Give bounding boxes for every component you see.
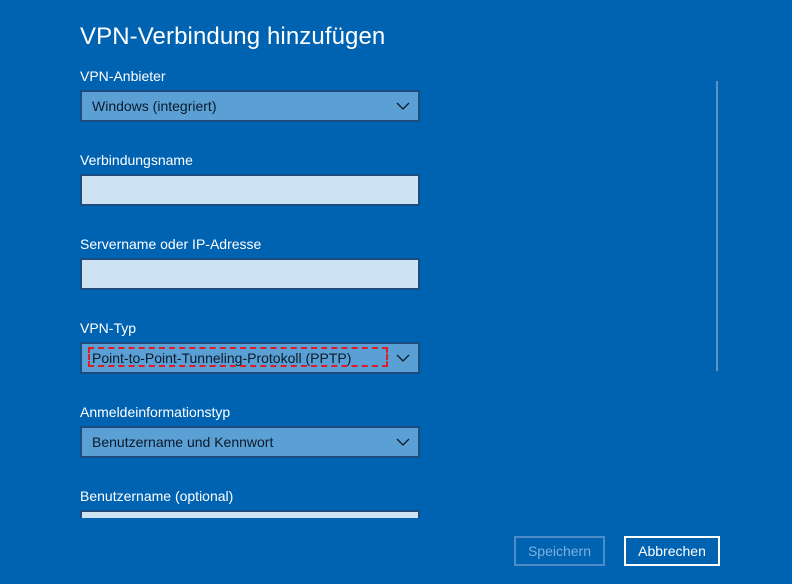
sign-in-type-label: Anmeldeinformationstyp bbox=[80, 404, 231, 420]
chevron-down-icon bbox=[396, 102, 410, 110]
vpn-provider-value: Windows (integriert) bbox=[92, 98, 217, 114]
username-label: Benutzername (optional) bbox=[80, 488, 234, 504]
vpn-type-label: VPN-Typ bbox=[80, 320, 137, 336]
username-input[interactable] bbox=[80, 510, 420, 518]
connection-name-label: Verbindungsname bbox=[80, 152, 193, 168]
vpn-provider-label: VPN-Anbieter bbox=[80, 68, 166, 84]
sign-in-type-select[interactable]: Benutzername und Kennwort bbox=[80, 426, 420, 458]
scrollbar[interactable] bbox=[716, 81, 718, 371]
vpn-type-select[interactable]: Point-to-Point-Tunneling-Protokoll (PPTP… bbox=[80, 342, 420, 374]
sign-in-type-value: Benutzername und Kennwort bbox=[92, 434, 274, 450]
cancel-button[interactable]: Abbrechen bbox=[624, 536, 720, 566]
vpn-type-value: Point-to-Point-Tunneling-Protokoll (PPTP… bbox=[92, 350, 352, 366]
chevron-down-icon bbox=[396, 354, 410, 362]
server-name-input[interactable] bbox=[80, 258, 420, 290]
vpn-provider-select[interactable]: Windows (integriert) bbox=[80, 90, 420, 122]
dialog-title: VPN-Verbindung hinzufügen bbox=[80, 23, 386, 50]
save-button[interactable]: Speichern bbox=[514, 536, 605, 566]
server-name-label: Servername oder IP-Adresse bbox=[80, 236, 262, 252]
chevron-down-icon bbox=[396, 438, 410, 446]
connection-name-input[interactable] bbox=[80, 174, 420, 206]
